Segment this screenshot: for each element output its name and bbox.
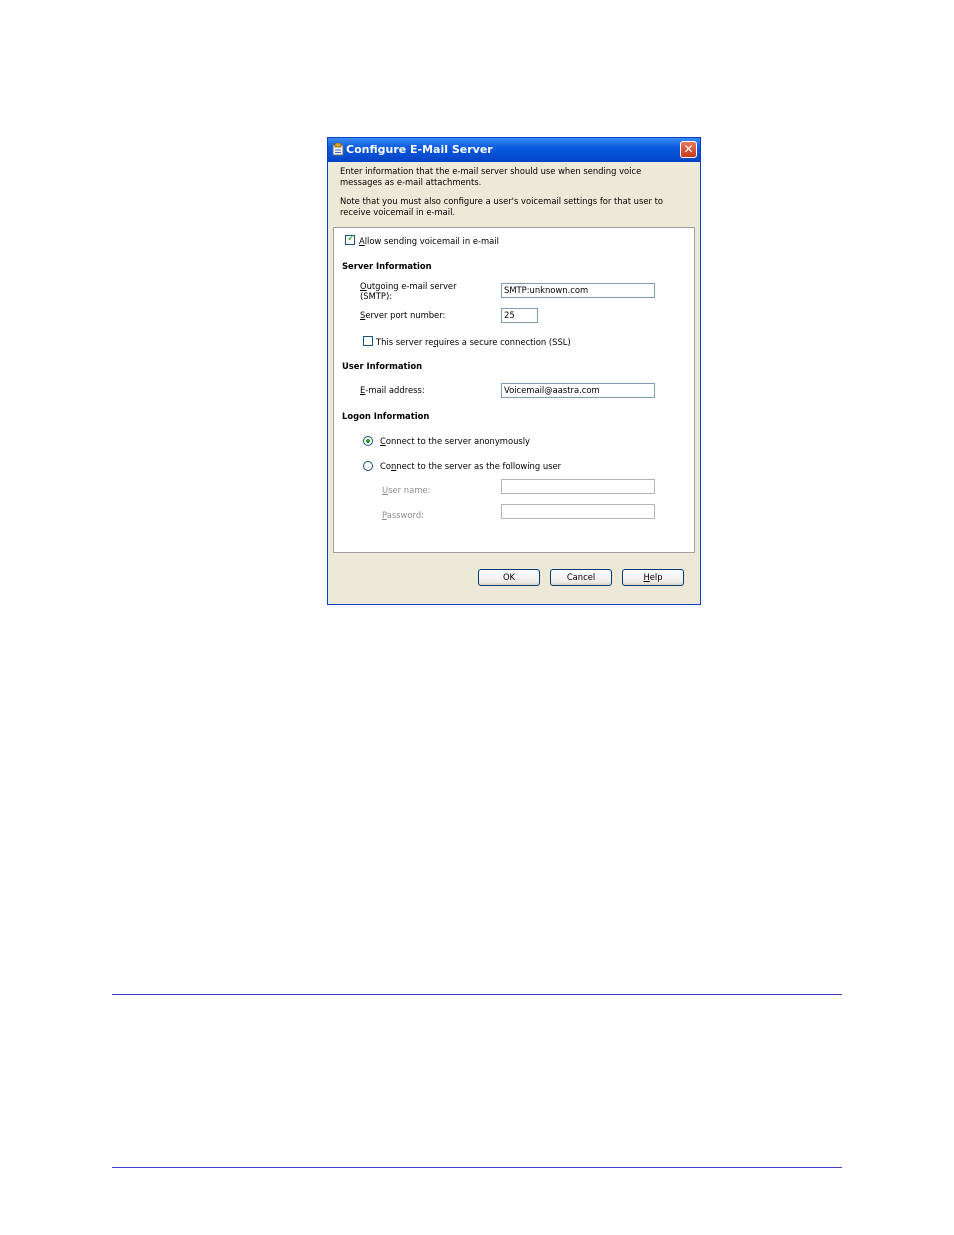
email-address-label: E-mail address:: [360, 385, 425, 395]
note-text: Note that you must also configure a user…: [340, 196, 692, 217]
note-line-1: Note that you must also configure a user…: [340, 196, 664, 206]
note-line-2: receive voicemail in e-mail.: [340, 206, 456, 217]
cancel-button[interactable]: Cancel: [550, 569, 612, 586]
dialog-title: Configure E-Mail Server: [346, 143, 493, 156]
ssl-label[interactable]: This server requires a secure connection…: [376, 337, 571, 348]
radio-selected-dot: [366, 439, 370, 443]
connect-as-user-radio[interactable]: [363, 461, 373, 471]
connect-as-user-label[interactable]: Connect to the server as the following u…: [380, 461, 561, 472]
server-port-input[interactable]: 25: [501, 308, 538, 323]
username-input[interactable]: [501, 479, 655, 494]
dialog-titlebar[interactable]: Configure E-Mail Server ✕: [328, 138, 700, 162]
password-input[interactable]: [501, 504, 655, 519]
email-address-input[interactable]: Voicemail@aastra.com: [501, 383, 655, 398]
help-button[interactable]: Help: [622, 569, 684, 586]
password-label: Password:: [382, 510, 424, 520]
server-port-label: Server port number:: [360, 310, 446, 320]
ssl-checkbox[interactable]: [363, 336, 373, 346]
outgoing-server-label-line2: (SMTP):: [360, 291, 393, 301]
user-info-heading: User Information: [342, 361, 423, 371]
server-info-heading: Server Information: [342, 261, 432, 271]
intro-text: Enter information that the e-mail server…: [340, 166, 692, 187]
outgoing-server-input[interactable]: SMTP:unknown.com: [501, 283, 655, 298]
outgoing-server-label: Outgoing e-mail server: [360, 281, 457, 291]
ok-button[interactable]: OK: [478, 569, 540, 586]
connect-anonymously-label[interactable]: Connect to the server anonymously: [380, 436, 530, 447]
configure-email-server-dialog: Configure E-Mail Server ✕ Enter informat…: [327, 137, 701, 605]
page-rule-upper: [112, 994, 842, 995]
intro-line-2: messages as e-mail attachments.: [340, 176, 482, 187]
settings-panel: ✓ Allow sending voicemail in e-mail Serv…: [333, 227, 695, 553]
connect-anonymously-radio[interactable]: [363, 436, 373, 446]
close-icon: ✕: [683, 142, 694, 156]
page-rule-lower: [112, 1167, 842, 1168]
username-label: User name:: [382, 485, 431, 495]
checkmark-icon: ✓: [347, 233, 356, 244]
app-icon: [332, 143, 344, 156]
intro-line-1: Enter information that the e-mail server…: [340, 166, 642, 176]
close-button[interactable]: ✕: [680, 141, 697, 158]
allow-sending-checkbox[interactable]: ✓: [345, 233, 356, 245]
allow-sending-label[interactable]: Allow sending voicemail in e-mail: [359, 236, 499, 247]
logon-info-heading: Logon Information: [342, 411, 430, 421]
